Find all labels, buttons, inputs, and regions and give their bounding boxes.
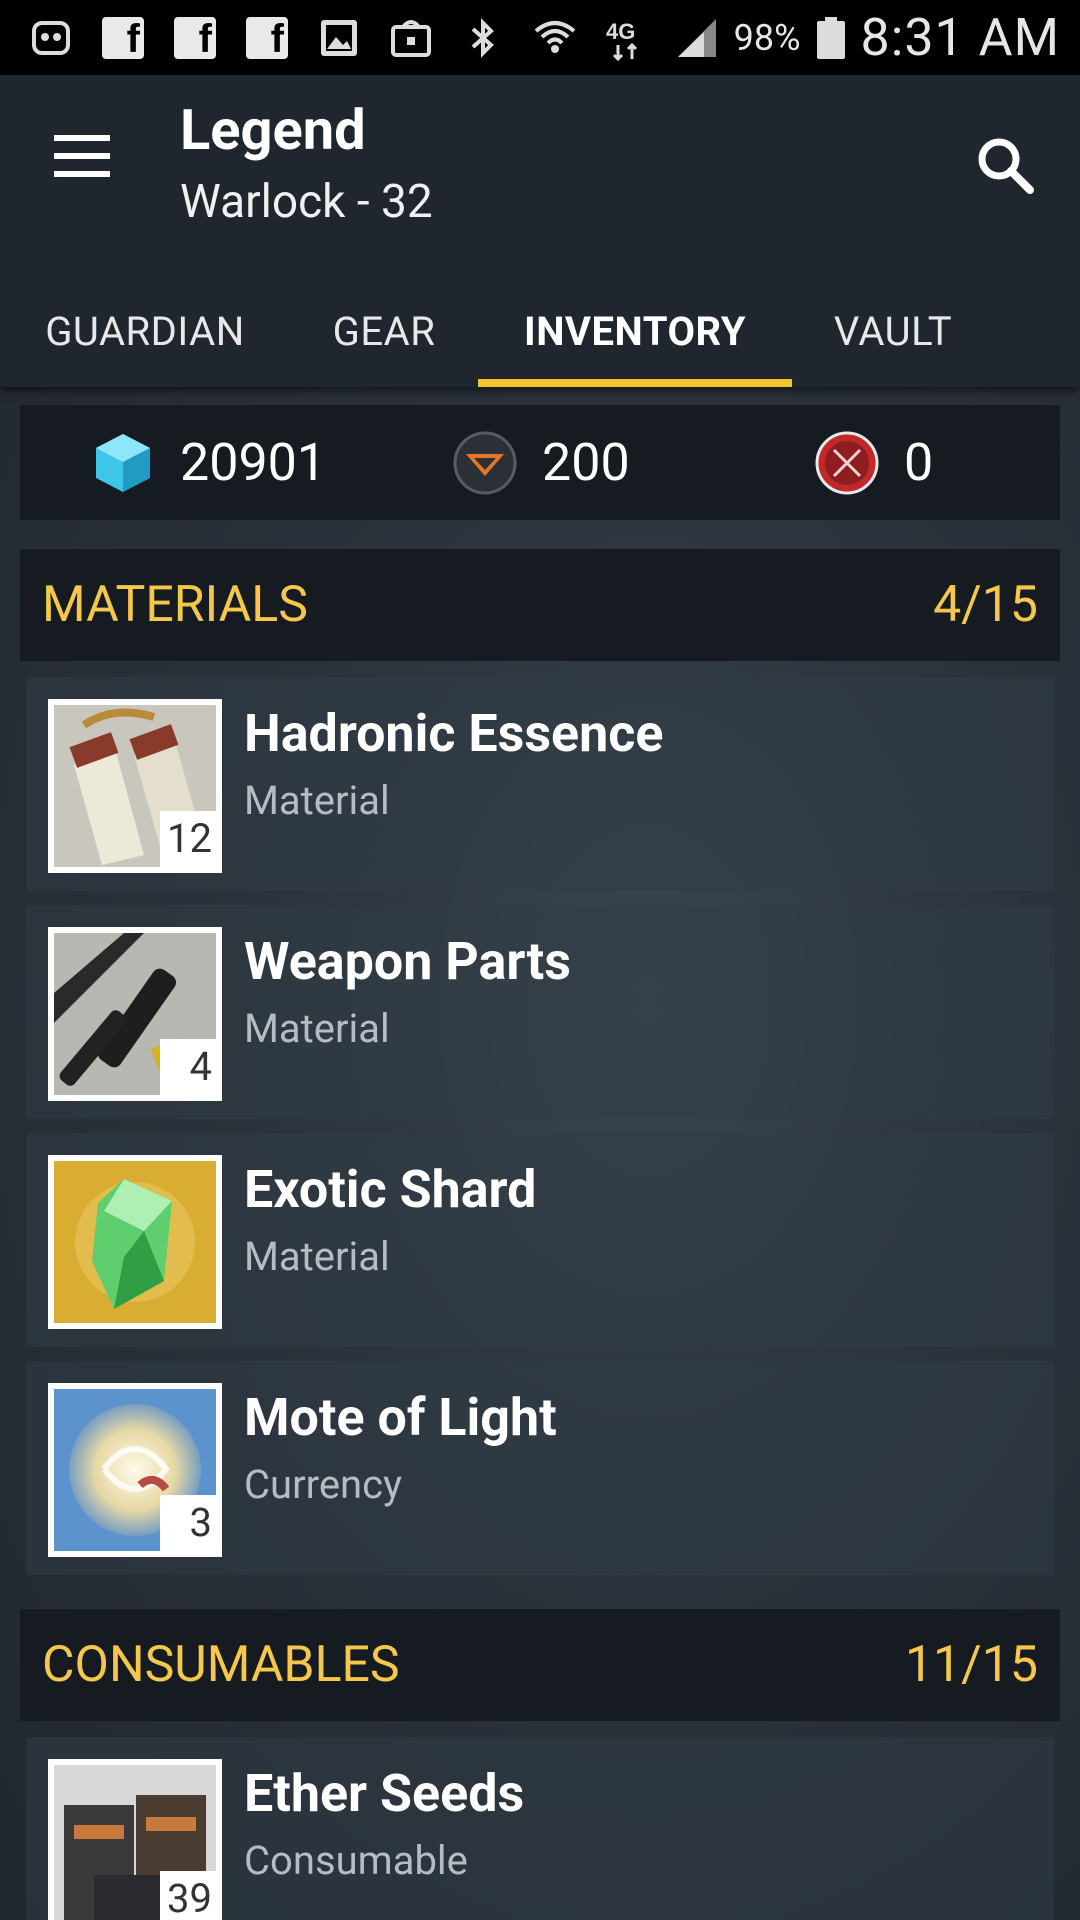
tab-vault[interactable]: VAULT [792,275,994,387]
signal-icon [674,15,720,61]
section-title: CONSUMABLES [42,1636,400,1694]
lte-icon: 4G [604,15,650,61]
ether-seeds-icon: 39 [48,1759,222,1920]
materials-section-header: MATERIALS 4/15 [20,549,1060,661]
tab-gear[interactable]: GEAR [290,275,478,387]
section-title: MATERIALS [42,576,308,634]
currency-vanguard-marks: 200 [452,430,630,496]
facebook-icon: f [172,15,218,61]
status-bar: f f f 4G 98% 8:31 AM [0,0,1080,75]
glimmer-icon [96,433,150,492]
bluetooth-icon [460,15,506,61]
list-item[interactable]: 39 Ether Seeds Consumable [26,1737,1054,1920]
vanguard-marks-value: 200 [542,432,630,493]
vanguard-marks-icon [453,431,517,494]
item-name: Ether Seeds [244,1763,525,1824]
item-name: Weapon Parts [244,931,571,992]
list-item[interactable]: 3 Mote of Light Currency [26,1361,1054,1575]
list-item[interactable]: 12 Hadronic Essence Material [26,677,1054,891]
list-item[interactable]: 4 Weapon Parts Material [26,905,1054,1119]
hadronic-essence-icon: 12 [48,699,222,873]
crucible-marks-value: 0 [904,432,934,493]
item-quantity: 12 [160,811,216,867]
glimmer-value: 20901 [180,432,327,493]
character-class-level: Warlock - 32 [180,175,433,229]
weapon-parts-icon: 4 [48,927,222,1101]
mote-of-light-icon: 3 [48,1383,222,1557]
item-type: Material [244,777,390,824]
item-type: Material [244,1005,390,1052]
currency-crucible-marks: 0 [814,430,933,496]
section-count: 4/15 [933,576,1038,634]
facebook-icon: f [244,15,290,61]
crucible-marks-icon [815,431,879,494]
currency-glimmer: 20901 [90,430,326,496]
battery-percent: 98% [733,16,801,59]
consumables-section-header: CONSUMABLES 11/15 [20,1609,1060,1721]
section-count: 11/15 [904,1636,1038,1694]
item-type: Currency [244,1461,402,1508]
item-name: Hadronic Essence [244,703,664,764]
voicemail-icon [28,15,74,61]
item-type: Material [244,1233,390,1280]
clock: 8:31 AM [860,7,1060,68]
cast-icon [388,15,434,61]
svg-text:4G: 4G [606,19,635,44]
tab-inventory[interactable]: INVENTORY [478,275,792,387]
wifi-icon [532,15,578,61]
list-item[interactable]: Exotic Shard Material [26,1133,1054,1347]
gallery-icon [316,15,362,61]
item-name: Mote of Light [244,1387,557,1448]
tab-guardian[interactable]: GUARDIAN [0,275,290,387]
exotic-shard-icon [48,1155,222,1329]
character-name: Legend [180,97,366,163]
menu-icon[interactable] [54,135,114,195]
item-quantity: 39 [160,1871,216,1920]
tab-bar: GUARDIAN GEAR INVENTORY VAULT [0,275,1080,387]
item-name: Exotic Shard [244,1159,537,1220]
app-bar: Legend Warlock - 32 GUARDIAN GEAR INVENT… [0,75,1080,387]
inventory-content[interactable]: 20901 200 0 MATERIALS 4/15 12 Hadronic E… [0,387,1080,1920]
facebook-icon: f [100,15,146,61]
item-type: Consumable [244,1837,468,1884]
item-quantity: 4 [160,1039,216,1095]
battery-icon [815,15,847,61]
item-quantity: 3 [160,1495,216,1551]
currency-bar: 20901 200 0 [20,405,1060,520]
search-icon[interactable] [970,130,1040,200]
